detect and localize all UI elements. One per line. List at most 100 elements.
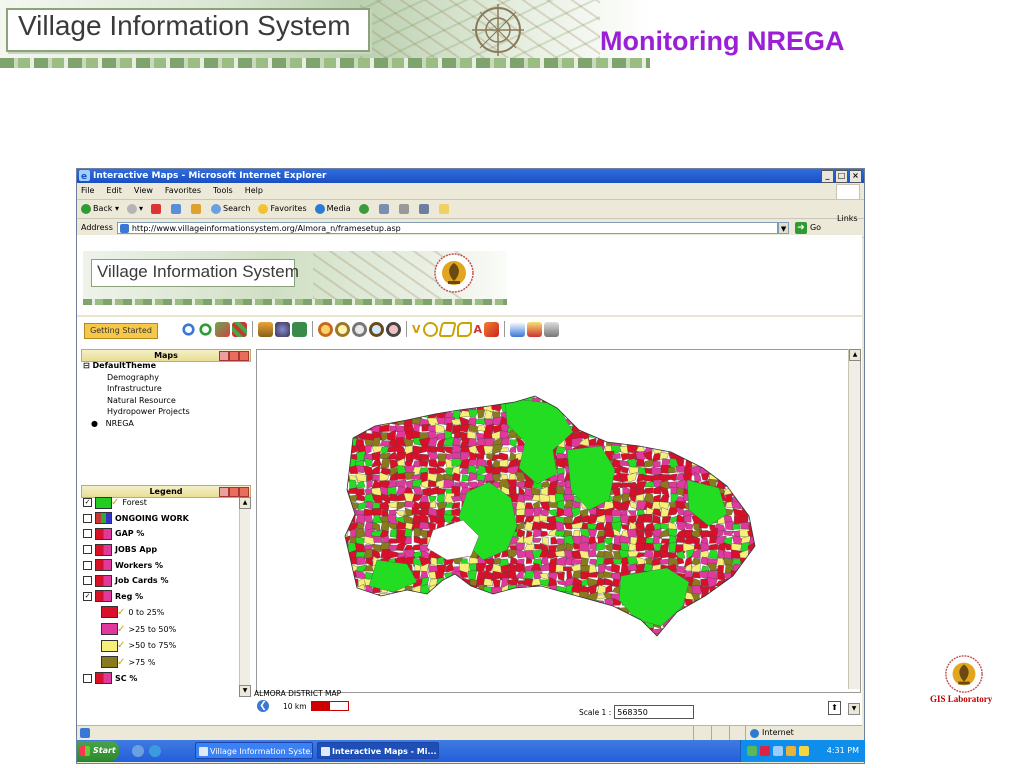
- scroll-down-button[interactable]: ▼: [239, 685, 251, 697]
- district-map[interactable]: [257, 350, 849, 690]
- spell-abc-icon[interactable]: [527, 321, 543, 337]
- chart-icon-1[interactable]: [318, 321, 333, 337]
- network-icon[interactable]: [773, 746, 783, 756]
- chart-icon-3[interactable]: [352, 321, 367, 337]
- legend-layer-forest[interactable]: ✓ ✓ Forest: [83, 495, 241, 511]
- map-frame[interactable]: [256, 349, 861, 693]
- select-by-circle-icon[interactable]: [422, 321, 438, 337]
- tree-root[interactable]: ⊟ DefaultTheme: [83, 360, 190, 372]
- legend-layer-reg[interactable]: ✓ Reg %: [83, 589, 241, 605]
- history-icon[interactable]: [358, 204, 369, 214]
- favorites-button[interactable]: Favorites: [258, 200, 307, 218]
- folder-icon[interactable]: [438, 204, 449, 214]
- layer-checkbox[interactable]: [83, 513, 92, 523]
- layer-checkbox[interactable]: [83, 576, 92, 586]
- quicklaunch-ie-icon[interactable]: [132, 745, 144, 757]
- stop-icon[interactable]: [151, 204, 161, 214]
- menu-tools[interactable]: Tools: [213, 183, 233, 199]
- legend-layer-job-cards[interactable]: Job Cards %: [83, 573, 241, 589]
- map-scrollbar[interactable]: ▲: [848, 349, 861, 689]
- village-polygon: [580, 565, 590, 573]
- refresh-icon[interactable]: [171, 204, 181, 214]
- legend-layer-jobs-app[interactable]: JOBS App: [83, 542, 241, 558]
- zoom-out-icon[interactable]: [181, 321, 196, 337]
- maps-tree: ⊟ DefaultTheme Demography Infrastructure…: [83, 360, 190, 429]
- legend-layer-gap[interactable]: GAP %: [83, 526, 241, 542]
- maximize-button[interactable]: □: [835, 170, 848, 183]
- tray-icon[interactable]: [747, 746, 757, 756]
- layer-checkbox[interactable]: [83, 529, 92, 539]
- scroll-up-button[interactable]: ▲: [239, 497, 251, 509]
- menu-view[interactable]: View: [134, 183, 153, 199]
- legend-layer-sc[interactable]: SC %: [83, 671, 241, 687]
- upload-arrow-button[interactable]: ⬆: [828, 701, 841, 715]
- select-by-polygon-icon[interactable]: [456, 321, 472, 337]
- task-interactive-maps[interactable]: Interactive Maps - Mi...: [317, 742, 439, 759]
- close-button[interactable]: ×: [849, 170, 862, 183]
- tray-icon[interactable]: [760, 746, 770, 756]
- scale-input[interactable]: [614, 705, 695, 719]
- home-icon[interactable]: [191, 204, 201, 214]
- legend-layer-ongoing-work[interactable]: ONGOING WORK: [83, 511, 241, 527]
- menu-edit[interactable]: Edit: [106, 183, 122, 199]
- legend-scrollbar[interactable]: ▲ ▼: [239, 497, 251, 697]
- zoom-in-icon[interactable]: [198, 321, 213, 337]
- measure-icon[interactable]: [484, 321, 500, 337]
- class-swatch: [101, 606, 118, 619]
- back-button[interactable]: Back ▾: [81, 200, 119, 218]
- getting-started-button[interactable]: Getting Started: [84, 323, 158, 339]
- layer-checkbox[interactable]: [83, 560, 92, 570]
- identify-icon[interactable]: [258, 321, 273, 337]
- overview-icon[interactable]: [292, 321, 307, 337]
- start-button[interactable]: Start: [77, 741, 119, 761]
- layer-checkbox[interactable]: ✓: [83, 498, 92, 508]
- menu-help[interactable]: Help: [245, 183, 263, 199]
- chart-icon-2[interactable]: [335, 321, 350, 337]
- find-icon[interactable]: [275, 321, 290, 337]
- panel-minimize-icon[interactable]: [219, 351, 229, 361]
- mail-icon[interactable]: [378, 204, 389, 214]
- menu-favorites[interactable]: Favorites: [165, 183, 201, 199]
- quicklaunch-media-icon[interactable]: [149, 745, 161, 757]
- tree-item-demography[interactable]: Demography: [83, 372, 190, 384]
- layer-checkbox[interactable]: [83, 673, 92, 683]
- village-polygon: [451, 452, 461, 460]
- window-titlebar[interactable]: e Interactive Maps - Microsoft Internet …: [77, 169, 864, 183]
- full-extent-icon[interactable]: [232, 321, 247, 337]
- legend-layer-workers[interactable]: Workers %: [83, 557, 241, 573]
- select-by-rect-icon[interactable]: [437, 321, 457, 337]
- tree-item-hydropower[interactable]: Hydropower Projects: [83, 406, 190, 418]
- security-shield-icon[interactable]: [799, 746, 809, 756]
- layer-checkbox[interactable]: ✓: [83, 591, 92, 601]
- menu-file[interactable]: File: [81, 183, 94, 199]
- select-by-point-icon[interactable]: V: [412, 323, 421, 336]
- search-button[interactable]: Search: [211, 200, 250, 218]
- label-icon[interactable]: A: [474, 323, 483, 336]
- tree-item-natural-resource[interactable]: Natural Resource: [83, 395, 190, 407]
- layer-icon: [95, 574, 112, 587]
- page-icon: [119, 224, 129, 233]
- tree-item-infrastructure[interactable]: Infrastructure: [83, 383, 190, 395]
- forward-button[interactable]: ▾: [126, 200, 143, 218]
- tree-item-nrega[interactable]: ● NREGA: [83, 418, 190, 430]
- media-button[interactable]: Media: [314, 200, 351, 218]
- banner-title: Village Information System: [18, 10, 351, 41]
- layer-checkbox[interactable]: [83, 545, 92, 555]
- chart-icon-4[interactable]: [369, 321, 384, 337]
- edit-icon[interactable]: [418, 204, 429, 214]
- tray-icon[interactable]: [786, 746, 796, 756]
- print-icon[interactable]: [398, 204, 409, 214]
- query-icon[interactable]: [510, 321, 526, 337]
- task-village-information[interactable]: Village Information Syste...: [195, 742, 313, 759]
- address-input[interactable]: http://www.villageinformationsystem.org/…: [116, 222, 779, 234]
- panel-restore-icon[interactable]: [229, 351, 239, 361]
- address-dropdown-button[interactable]: ▼: [778, 222, 789, 234]
- scroll-up-button[interactable]: ▲: [849, 349, 861, 361]
- print-map-icon[interactable]: [544, 321, 560, 337]
- back-circle-icon[interactable]: ❮: [257, 700, 269, 712]
- chart-icon-5[interactable]: [386, 321, 401, 337]
- minimize-button[interactable]: _: [821, 170, 834, 183]
- panel-close-icon[interactable]: [239, 351, 249, 361]
- pan-icon[interactable]: [215, 321, 230, 337]
- map-scroll-down-button[interactable]: ▼: [848, 703, 860, 715]
